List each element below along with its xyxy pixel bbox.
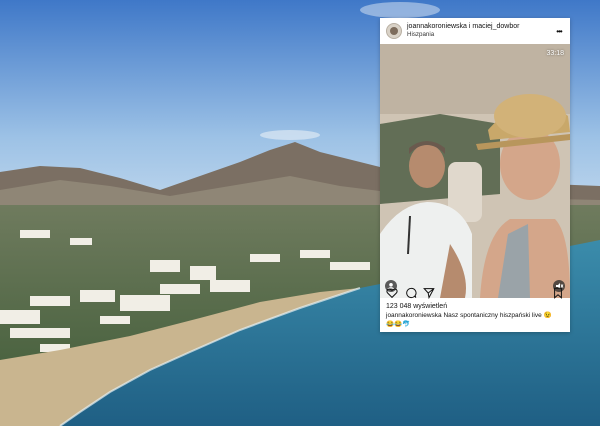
post-location[interactable]: Hiszpania bbox=[407, 31, 554, 39]
caption-emojis: 😂😂🐬 bbox=[386, 320, 411, 328]
share-icon[interactable] bbox=[423, 286, 435, 300]
post-header: joannakoroniewska i maciej_dowbor Hiszpa… bbox=[380, 18, 570, 44]
video-timer: 33:18 bbox=[546, 50, 564, 57]
instagram-post-card: joannakoroniewska i maciej_dowbor Hiszpa… bbox=[380, 18, 570, 332]
more-options-icon[interactable]: ••• bbox=[554, 27, 564, 36]
post-actions-bar bbox=[380, 284, 570, 300]
post-author-block: joannakoroniewska i maciej_dowbor Hiszpa… bbox=[407, 23, 554, 39]
caption-text: Nasz spontaniczny hiszpański live 😉 bbox=[443, 312, 552, 319]
post-username[interactable]: joannakoroniewska i maciej_dowbor bbox=[407, 23, 554, 31]
post-media[interactable]: 33:18 bbox=[380, 44, 570, 298]
caption-username[interactable]: joannakoroniewska bbox=[386, 312, 442, 319]
view-count: 123 048 wyświetleń bbox=[386, 303, 448, 310]
comment-icon[interactable] bbox=[405, 286, 417, 299]
bookmark-icon[interactable] bbox=[552, 286, 564, 299]
avatar[interactable] bbox=[386, 23, 402, 39]
heart-icon[interactable] bbox=[386, 286, 398, 299]
post-caption: joannakoroniewska Nasz spontaniczny hisz… bbox=[386, 312, 566, 329]
